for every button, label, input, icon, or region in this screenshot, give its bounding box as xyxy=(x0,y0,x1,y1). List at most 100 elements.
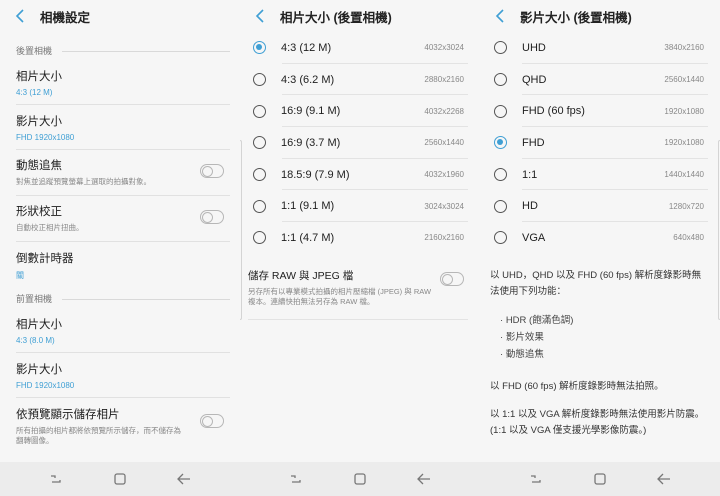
radio-option[interactable]: 1:1 1440x1440 xyxy=(480,159,720,191)
divider xyxy=(62,51,230,52)
item-title: 影片大小 xyxy=(16,116,62,128)
option-label: 1:1 (9.1 M) xyxy=(281,200,335,213)
back-arrow-icon[interactable] xyxy=(492,8,508,24)
radio-option[interactable]: 1:1 (9.1 M) 3024x3024 xyxy=(240,190,480,223)
shape-correction-toggle[interactable] xyxy=(200,210,224,224)
option-resolution: 2160x2160 xyxy=(424,233,464,243)
radio-selected-icon[interactable] xyxy=(494,136,507,150)
option-label: FHD xyxy=(522,136,545,149)
item-desc: 對焦並追蹤預覽螢幕上選取的拍攝對象。 xyxy=(16,177,151,186)
radio-unselected-icon[interactable] xyxy=(253,199,266,213)
radio-unselected-icon[interactable] xyxy=(253,73,266,87)
option-label: 4:3 (12 M) xyxy=(281,41,332,54)
option-resolution: 2880x2160 xyxy=(424,75,464,85)
navigation-bar xyxy=(480,462,720,496)
rear-video-size-item[interactable]: 影片大小 FHD 1920x1080 xyxy=(0,105,240,150)
info-text: 以 UHD，QHD 以及 FHD (60 fps) 解析度錄影時無法使用下列功能… xyxy=(490,269,702,297)
radio-unselected-icon[interactable] xyxy=(494,104,507,118)
radio-selected-icon[interactable] xyxy=(253,41,266,55)
radio-unselected-icon[interactable] xyxy=(494,199,507,213)
save-raw-item[interactable]: 儲存 RAW 與 JPEG 檔 另存所有以專業模式拍攝的相片壓縮檔 (JPEG)… xyxy=(240,254,480,307)
radio-unselected-icon[interactable] xyxy=(494,73,507,87)
radio-option[interactable]: VGA 640x480 xyxy=(480,222,720,254)
nav-back-icon[interactable] xyxy=(653,468,675,490)
option-resolution: 3024x3024 xyxy=(424,201,464,211)
radio-unselected-icon[interactable] xyxy=(253,136,266,150)
home-icon[interactable] xyxy=(589,468,611,490)
nav-back-icon[interactable] xyxy=(173,468,195,490)
list-item: · HDR (飽滿色調) xyxy=(500,314,574,326)
item-title: 儲存 RAW 與 JPEG 檔 xyxy=(248,269,354,282)
home-icon[interactable] xyxy=(349,468,371,490)
radio-option[interactable]: 18.5:9 (7.9 M) 4032x1960 xyxy=(240,159,480,191)
item-title: 相片大小 xyxy=(16,71,62,83)
radio-option[interactable]: 16:9 (9.1 M) 4032x2268 xyxy=(240,95,480,128)
item-value: 4:3 (12 M) xyxy=(16,88,53,97)
radio-unselected-icon[interactable] xyxy=(253,104,266,118)
option-resolution: 1920x1080 xyxy=(664,138,704,148)
recent-apps-icon[interactable] xyxy=(45,468,67,490)
item-desc: 自動校正相片扭曲。 xyxy=(16,223,84,232)
page-title: 相機設定 xyxy=(40,10,91,25)
navigation-bar xyxy=(240,462,480,496)
radio-option[interactable]: FHD (60 fps) 1920x1080 xyxy=(480,95,720,128)
option-label: VGA xyxy=(522,231,546,244)
info-text: 以 FHD (60 fps) 解析度錄影時無法拍照。 xyxy=(490,380,664,392)
video-size-options: UHD 3840x2160 QHD 2560x1440 FHD (60 fps) 1920… xyxy=(480,32,720,254)
radio-option[interactable]: FHD 1920x1080 xyxy=(480,127,720,159)
recent-apps-icon[interactable] xyxy=(285,468,307,490)
radio-option[interactable]: 4:3 (6.2 M) 2880x2160 xyxy=(240,64,480,96)
save-as-preview-item[interactable]: 依預覽顯示儲存相片 所有拍攝的相片都將依預覽所示儲存，而不儲存為翻轉圖像。 xyxy=(0,398,240,454)
item-desc: 所有拍攝的相片都將依預覽所示儲存，而不儲存為翻轉圖像。 xyxy=(16,426,181,445)
option-resolution: 4032x2268 xyxy=(424,106,464,116)
radio-unselected-icon[interactable] xyxy=(494,168,507,182)
section-header-front: 前置相機 xyxy=(16,294,53,304)
option-label: UHD xyxy=(522,41,546,54)
front-photo-size-item[interactable]: 相片大小 4:3 (8.0 M) xyxy=(0,308,240,353)
option-resolution: 4032x1960 xyxy=(424,170,464,180)
save-as-preview-toggle[interactable] xyxy=(200,414,224,428)
radio-unselected-icon[interactable] xyxy=(253,231,266,245)
home-icon[interactable] xyxy=(109,468,131,490)
option-resolution: 1920x1080 xyxy=(664,106,704,116)
item-value: 4:3 (8.0 M) xyxy=(16,336,55,345)
divider xyxy=(248,318,468,320)
radio-option[interactable]: HD 1280x720 xyxy=(480,190,720,223)
item-value: FHD 1920x1080 xyxy=(16,381,75,390)
tracking-af-toggle[interactable] xyxy=(200,164,224,178)
item-value: 關 xyxy=(16,271,24,280)
radio-option[interactable]: 4:3 (12 M) 4032x3024 xyxy=(240,32,480,64)
list-item: · 動態追焦 xyxy=(500,348,544,360)
nav-back-icon[interactable] xyxy=(413,468,435,490)
radio-option[interactable]: 1:1 (4.7 M) 2160x2160 xyxy=(240,222,480,254)
option-resolution: 4032x3024 xyxy=(424,43,464,53)
app-bar: 相片大小 (後置相機) xyxy=(240,0,480,32)
back-arrow-icon[interactable] xyxy=(12,8,28,24)
save-raw-toggle[interactable] xyxy=(440,271,464,286)
page-title: 影片大小 (後置相機) xyxy=(520,10,632,25)
radio-option[interactable]: 16:9 (3.7 M) 2560x1440 xyxy=(240,127,480,159)
back-arrow-icon[interactable] xyxy=(252,8,268,24)
tracking-af-item[interactable]: 動態追焦 對焦並追蹤預覽螢幕上選取的拍攝對象。 xyxy=(0,150,240,196)
radio-unselected-icon[interactable] xyxy=(494,231,507,245)
divider xyxy=(62,299,230,300)
radio-unselected-icon[interactable] xyxy=(494,41,507,55)
timer-item[interactable]: 倒數計時器 關 xyxy=(0,242,240,286)
item-title: 倒數計時器 xyxy=(16,253,74,265)
option-resolution: 3840x2160 xyxy=(664,43,704,53)
option-label: 1:1 xyxy=(522,168,538,181)
option-label: HD xyxy=(522,200,538,213)
page-title: 相片大小 (後置相機) xyxy=(280,10,392,25)
video-size-panel: 影片大小 (後置相機) UHD 3840x2160 QHD 2560x1440 FHD … xyxy=(480,0,720,462)
radio-unselected-icon[interactable] xyxy=(253,168,266,182)
rear-photo-size-item[interactable]: 相片大小 4:3 (12 M) xyxy=(0,60,240,105)
option-resolution: 1440x1440 xyxy=(664,170,704,180)
front-video-size-item[interactable]: 影片大小 FHD 1920x1080 xyxy=(0,353,240,398)
option-label: QHD xyxy=(522,73,547,86)
radio-option[interactable]: UHD 3840x2160 xyxy=(480,32,720,64)
recent-apps-icon[interactable] xyxy=(525,468,547,490)
option-label: FHD (60 fps) xyxy=(522,105,585,118)
rear-camera-section: 後置相機 xyxy=(0,32,240,60)
shape-correction-item[interactable]: 形狀校正 自動校正相片扭曲。 xyxy=(0,196,240,242)
radio-option[interactable]: QHD 2560x1440 xyxy=(480,64,720,96)
